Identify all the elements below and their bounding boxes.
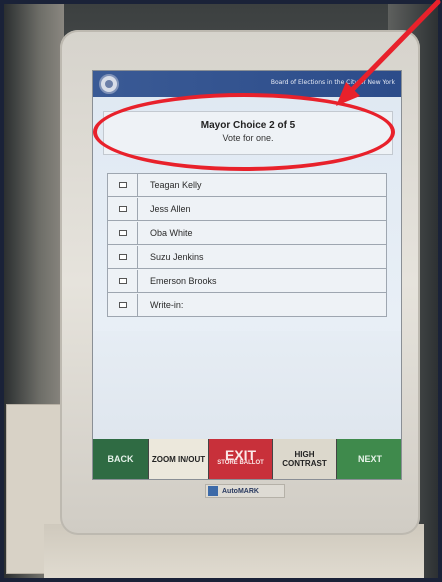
candidate-row-teagan-kelly[interactable]: Teagan Kelly [107, 173, 387, 197]
checkbox[interactable] [108, 221, 138, 244]
exit-sublabel: STORE BALLOT [217, 460, 264, 466]
screen-empty-area [93, 331, 401, 441]
candidate-name: Jess Allen [150, 203, 191, 214]
navigation-button-bar: BACK ZOOM IN/OUT EXIT STORE BALLOT HIGH … [93, 439, 401, 479]
automark-logo-text: AutoMARK [222, 487, 259, 495]
checkbox[interactable] [108, 174, 138, 196]
candidate-name: Oba White [150, 227, 193, 238]
candidate-row-jess-allen[interactable]: Jess Allen [107, 197, 387, 221]
exit-label: EXIT [224, 447, 257, 463]
checkbox[interactable] [108, 245, 138, 268]
checkbox[interactable] [108, 269, 138, 292]
candidate-row-emerson-brooks[interactable]: Emerson Brooks [107, 269, 387, 293]
candidate-name: Teagan Kelly [150, 180, 202, 190]
candidate-name: Suzu Jenkins [150, 251, 204, 262]
high-contrast-button[interactable]: HIGH CONTRAST [273, 439, 337, 479]
city-seal-icon [99, 74, 119, 94]
exit-button[interactable]: EXIT STORE BALLOT [209, 439, 273, 479]
checkbox[interactable] [108, 197, 138, 220]
zoom-button[interactable]: ZOOM IN/OUT [149, 439, 209, 479]
candidate-row-oba-white[interactable]: Oba White [107, 221, 387, 245]
highlight-ellipse [93, 93, 395, 171]
automark-logo: AutoMARK [205, 484, 285, 498]
back-button[interactable]: BACK [93, 439, 149, 479]
candidate-name: Emerson Brooks [150, 275, 217, 286]
banner-org-text: Board of Elections in the City of New Yo… [270, 79, 395, 86]
automark-logo-icon [208, 486, 218, 496]
candidate-list: Teagan Kelly Jess Allen Oba White Suzu J… [107, 173, 387, 317]
candidate-row-write-in[interactable]: Write-in: [107, 293, 387, 317]
next-button[interactable]: NEXT [337, 439, 401, 479]
checkbox[interactable] [108, 293, 138, 316]
candidate-row-suzu-jenkins[interactable]: Suzu Jenkins [107, 245, 387, 269]
candidate-name: Write-in: [150, 299, 184, 310]
